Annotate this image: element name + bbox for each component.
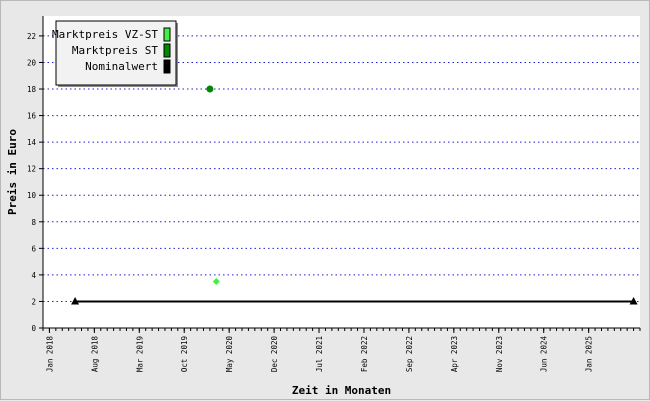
x-tick-label: May 2020 bbox=[225, 336, 234, 373]
y-axis-title: Preis in Euro bbox=[6, 129, 19, 215]
x-tick-label: Dec 2020 bbox=[270, 336, 279, 373]
legend-label: Marktpreis VZ-ST bbox=[52, 28, 158, 41]
y-tick-label: 22 bbox=[27, 32, 36, 41]
legend-label: Marktpreis ST bbox=[72, 44, 158, 57]
x-tick-label: Feb 2022 bbox=[360, 336, 369, 372]
y-tick-label: 0 bbox=[31, 324, 36, 333]
y-tick-label: 6 bbox=[31, 244, 36, 253]
y-tick-label: 18 bbox=[27, 85, 37, 94]
x-tick-label: Nov 2023 bbox=[495, 336, 504, 372]
legend-swatch bbox=[163, 59, 171, 74]
x-tick-label: Jan 2025 bbox=[585, 336, 594, 372]
y-tick-label: 14 bbox=[27, 138, 37, 147]
x-tick-label: Apr 2023 bbox=[450, 336, 459, 372]
legend-swatch bbox=[163, 43, 171, 58]
x-tick-label: Sep 2022 bbox=[405, 336, 414, 372]
y-tick-label: 8 bbox=[31, 218, 36, 227]
legend-label: Nominalwert bbox=[85, 60, 158, 73]
y-tick-label: 4 bbox=[31, 271, 36, 280]
x-tick-label: Jul 2021 bbox=[315, 336, 324, 372]
chart-frame: 0 2 4 6 8 10 12 14 16 18 20 22 Jan 2018 Aug 2018 Mar 2… bbox=[0, 0, 650, 400]
y-tick-label: 12 bbox=[27, 165, 36, 174]
x-tick-label: Aug 2018 bbox=[90, 336, 99, 373]
data-point-marktpreis-st bbox=[206, 85, 214, 93]
y-tick-label: 16 bbox=[27, 112, 37, 121]
y-tick-label: 20 bbox=[27, 58, 37, 67]
x-tick-label: Jan 2018 bbox=[45, 336, 54, 373]
chart-svg: 0 2 4 6 8 10 12 14 16 18 20 22 Jan 2018 Aug 2018 Mar 2… bbox=[6, 16, 641, 397]
y-tick-label: 2 bbox=[31, 297, 36, 306]
legend-swatch bbox=[163, 27, 171, 42]
y-tick-label: 10 bbox=[27, 191, 37, 200]
x-tick-label: Jun 2024 bbox=[540, 336, 549, 373]
x-tick-label: Oct 2019 bbox=[180, 336, 189, 372]
x-tick-label: Mar 2019 bbox=[135, 336, 144, 372]
x-axis-title: Zeit in Monaten bbox=[292, 384, 391, 397]
